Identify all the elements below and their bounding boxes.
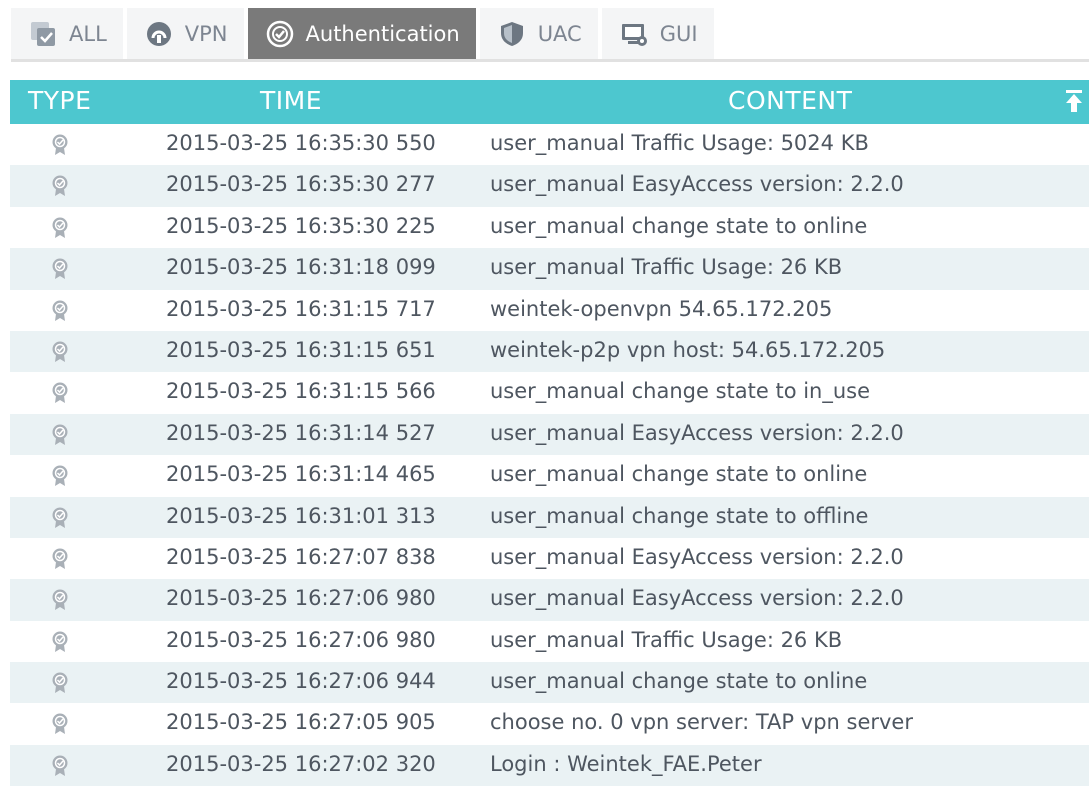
table-row[interactable]: 2015-03-25 16:35:30 550 user_manual Traf… bbox=[10, 124, 1089, 166]
authentication-type-icon bbox=[52, 217, 68, 238]
tab-divider bbox=[11, 59, 1089, 62]
table-row[interactable]: 2015-03-25 16:35:30 277 user_manual Easy… bbox=[10, 165, 1089, 207]
table-row[interactable]: 2015-03-25 16:27:07 838 user_manual Easy… bbox=[10, 537, 1089, 580]
table-row[interactable]: 2015-03-25 16:31:01 313 user_manual chan… bbox=[10, 496, 1089, 538]
log-time: 2015-03-25 16:31:15 566 bbox=[166, 379, 436, 404]
tab-all[interactable]: ALL bbox=[11, 8, 123, 59]
table-body: 2015-03-25 16:35:30 550 user_manual Traf… bbox=[10, 124, 1089, 786]
tab-gui[interactable]: GUI bbox=[601, 8, 714, 59]
log-time: 2015-03-25 16:35:30 225 bbox=[166, 213, 436, 238]
log-time: 2015-03-25 16:27:02 320 bbox=[166, 751, 436, 776]
authentication-type-icon bbox=[52, 589, 68, 611]
table-row[interactable]: 2015-03-25 16:27:06 980 user_manual Easy… bbox=[10, 579, 1089, 621]
log-time: 2015-03-25 16:31:01 313 bbox=[166, 503, 436, 528]
table-row[interactable]: 2015-03-25 16:27:05 905 choose no. 0 vpn… bbox=[10, 703, 1089, 745]
log-time: 2015-03-25 16:27:07 838 bbox=[166, 544, 436, 569]
table-row[interactable]: 2015-03-25 16:31:15 717 weintek-openvpn … bbox=[10, 289, 1089, 331]
column-header-type[interactable]: TYPE bbox=[28, 86, 91, 115]
tab-uac[interactable]: UAC bbox=[479, 8, 598, 59]
log-time: 2015-03-25 16:27:06 980 bbox=[166, 627, 436, 652]
log-time: 2015-03-25 16:35:30 277 bbox=[166, 172, 436, 197]
log-content: user_manual EasyAccess version: 2.2.0 bbox=[490, 420, 904, 445]
log-time: 2015-03-25 16:31:14 527 bbox=[166, 420, 436, 445]
tab-vpn-label: VPN bbox=[184, 21, 228, 46]
tab-authentication[interactable]: Authentication bbox=[247, 8, 476, 59]
table-row[interactable]: 2015-03-25 16:31:18 099 user_manual Traf… bbox=[10, 248, 1089, 290]
column-header-time[interactable]: TIME bbox=[260, 86, 322, 115]
log-content: user_manual change state to in_use bbox=[490, 379, 871, 404]
log-content: user_manual change state to online bbox=[490, 669, 868, 694]
table-header: TYPE TIME CONTENT bbox=[10, 80, 1089, 124]
log-time: 2015-03-25 16:31:15 651 bbox=[166, 337, 436, 362]
log-content: user_manual Traffic Usage: 26 KB bbox=[490, 255, 843, 280]
authentication-type-icon bbox=[52, 672, 68, 694]
table-row[interactable]: 2015-03-25 16:31:14 465 user_manual chan… bbox=[10, 455, 1089, 497]
log-time: 2015-03-25 16:27:05 905 bbox=[166, 710, 436, 735]
authentication-icon bbox=[264, 18, 296, 50]
table-row[interactable]: 2015-03-25 16:27:06 980 user_manual Traf… bbox=[10, 620, 1089, 663]
scroll-to-top-icon[interactable] bbox=[1063, 88, 1085, 114]
vpn-icon bbox=[143, 18, 175, 50]
log-time: 2015-03-25 16:35:30 550 bbox=[166, 131, 436, 155]
log-content: weintek-p2p vpn host: 54.65.172.205 bbox=[490, 337, 886, 362]
log-time: 2015-03-25 16:31:18 099 bbox=[166, 255, 436, 280]
log-content: user_manual change state to offline bbox=[490, 503, 869, 528]
log-content: user_manual EasyAccess version: 2.2.0 bbox=[490, 544, 904, 569]
log-time: 2015-03-25 16:27:06 980 bbox=[166, 586, 436, 611]
authentication-type-icon bbox=[52, 548, 68, 569]
tab-gui-label: GUI bbox=[659, 21, 698, 46]
authentication-type-icon bbox=[52, 713, 68, 735]
tab-authentication-label: Authentication bbox=[305, 21, 460, 46]
log-content: user_manual EasyAccess version: 2.2.0 bbox=[490, 172, 904, 197]
authentication-type-icon bbox=[52, 507, 68, 528]
authentication-type-icon bbox=[52, 341, 68, 362]
table-row[interactable]: 2015-03-25 16:27:06 944 user_manual chan… bbox=[10, 662, 1089, 704]
authentication-type-icon bbox=[52, 465, 68, 487]
log-filter-tabs: ALL VPN Authentication UAC GUI bbox=[11, 8, 718, 59]
monitor-icon bbox=[618, 18, 650, 50]
log-time: 2015-03-25 16:31:14 465 bbox=[166, 462, 436, 487]
log-content: weintek-openvpn 54.65.172.205 bbox=[490, 296, 833, 321]
tab-vpn[interactable]: VPN bbox=[126, 8, 244, 59]
log-content: user_manual change state to online bbox=[490, 462, 868, 487]
log-content: user_manual Traffic Usage: 5024 KB bbox=[490, 131, 869, 155]
tab-all-label: ALL bbox=[69, 21, 107, 46]
tab-uac-label: UAC bbox=[537, 21, 582, 46]
table-row[interactable]: 2015-03-25 16:35:30 225 user_manual chan… bbox=[10, 206, 1089, 249]
authentication-type-icon bbox=[52, 175, 68, 197]
shield-icon bbox=[496, 18, 528, 50]
log-content: Login : Weintek_FAE.Peter bbox=[490, 751, 762, 776]
authentication-type-icon bbox=[52, 300, 68, 321]
log-time: 2015-03-25 16:27:06 944 bbox=[166, 669, 436, 694]
table-row[interactable]: 2015-03-25 16:31:15 566 user_manual chan… bbox=[10, 372, 1089, 414]
log-content: user_manual change state to online bbox=[490, 213, 868, 238]
log-table: TYPE TIME CONTENT 2015-03-25 16:35:30 55… bbox=[10, 80, 1089, 786]
log-content: user_manual Traffic Usage: 26 KB bbox=[490, 627, 843, 652]
authentication-type-icon bbox=[52, 631, 68, 652]
authentication-type-icon bbox=[52, 424, 68, 445]
authentication-type-icon bbox=[52, 258, 68, 280]
all-icon bbox=[27, 18, 59, 50]
log-time: 2015-03-25 16:31:15 717 bbox=[166, 296, 436, 321]
table-row[interactable]: 2015-03-25 16:31:14 527 user_manual Easy… bbox=[10, 413, 1089, 456]
column-header-content[interactable]: CONTENT bbox=[728, 86, 852, 115]
authentication-type-icon bbox=[52, 755, 68, 776]
authentication-type-icon bbox=[52, 382, 68, 404]
table-row[interactable]: 2015-03-25 16:31:15 651 weintek-p2p vpn … bbox=[10, 330, 1089, 373]
authentication-type-icon bbox=[52, 134, 68, 155]
log-content: choose no. 0 vpn server: TAP vpn server bbox=[490, 710, 913, 735]
table-row[interactable]: 2015-03-25 16:27:02 320 Login : Weintek_… bbox=[10, 744, 1089, 786]
log-content: user_manual EasyAccess version: 2.2.0 bbox=[490, 586, 904, 611]
